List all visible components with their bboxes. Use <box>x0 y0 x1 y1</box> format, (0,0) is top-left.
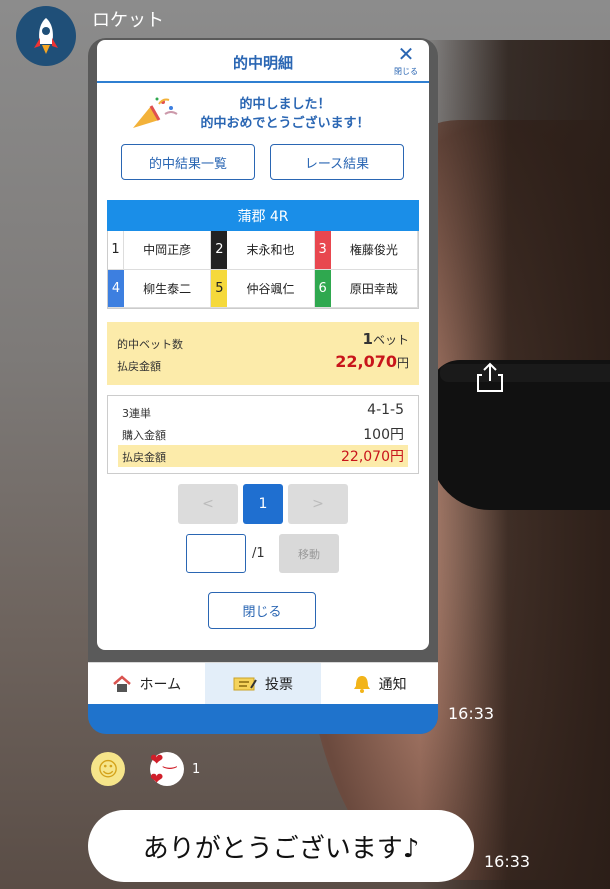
racer-name: 原田幸哉 <box>349 281 398 296</box>
photo-sunglasses <box>430 360 610 510</box>
racer-number: 6 <box>314 269 331 307</box>
race-result-button[interactable]: レース結果 <box>270 144 404 180</box>
rocket-icon <box>34 18 58 54</box>
app-bottom-bar <box>88 704 438 734</box>
hit-bets-label: 的中ベット数 <box>117 338 183 351</box>
ticket-icon <box>233 677 257 690</box>
racer-grid: 1 中岡正彦 2 末永和也 3 権藤俊光 4 柳生泰二 5 仲谷颯仁 6 原田幸哉 <box>107 231 419 309</box>
race-title: 蒲郡 4R <box>107 200 419 231</box>
modal-title: 的中明細 <box>232 54 293 72</box>
racer-name: 末永和也 <box>246 243 295 258</box>
smile-icon: ☺ <box>97 757 119 781</box>
message-time-2: 16:33 <box>484 852 531 871</box>
reaction-heart-eyes[interactable]: ❤‿❤ <box>150 750 184 788</box>
nav-notice[interactable]: 通知 <box>321 663 438 704</box>
home-icon <box>112 674 131 692</box>
purchase-value: 100円 <box>363 427 404 443</box>
hit-bets-value: 1 <box>362 330 373 348</box>
payout-value: 22,070 <box>335 352 397 371</box>
nav-vote-label: 投票 <box>265 676 293 693</box>
share-button[interactable] <box>465 352 515 402</box>
hit-list-button[interactable]: 的中結果一覧 <box>121 144 255 180</box>
purchase-label: 購入金額 <box>122 429 166 442</box>
pager-prev-button[interactable]: < <box>178 484 238 524</box>
racer-number: 3 <box>314 231 331 269</box>
bell-icon <box>353 675 370 693</box>
racer-cell: 5 仲谷颯仁 <box>211 269 315 308</box>
share-icon <box>477 362 503 392</box>
racer-cell: 2 末永和也 <box>211 231 315 270</box>
modal-close-label: 閉じる <box>394 67 418 76</box>
add-reaction-button[interactable]: ☺ <box>91 752 125 786</box>
bet-payout-value: 22,070円 <box>341 449 404 465</box>
reaction-count: 1 <box>192 762 201 777</box>
heart-eyes-icon: ❤‿❤ <box>150 750 177 788</box>
bet-type-label: 3連単 <box>122 407 151 420</box>
nav-home-label: ホーム <box>139 676 182 693</box>
racer-name: 柳生泰二 <box>143 281 192 296</box>
bet-type-value: 4-1-5 <box>367 402 404 418</box>
racer-name: 仲谷颯仁 <box>246 281 295 296</box>
bottom-nav: ホーム 投票 通知 <box>88 662 438 704</box>
racer-cell: 6 原田幸哉 <box>314 269 418 308</box>
party-popper-icon <box>133 97 178 128</box>
pager-next-button[interactable]: > <box>288 484 348 524</box>
pager-current-page[interactable]: 1 <box>243 484 283 524</box>
racer-number: 1 <box>108 231 124 269</box>
page-number-input[interactable] <box>186 534 246 573</box>
close-icon: ✕ <box>397 42 415 66</box>
shared-screenshot[interactable]: 的中明細 ✕ 閉じる 的中しました！ 的中おめでとうございます！ 的中結果一覧 <box>88 38 438 734</box>
congrats-line-1: 的中しました！ <box>239 97 331 112</box>
hit-detail-modal: 的中明細 ✕ 閉じる 的中しました！ 的中おめでとうございます！ 的中結果一覧 <box>97 40 429 650</box>
hit-summary: 的中ベット数 1ベット 払戻金額 22,070円 <box>107 322 419 385</box>
racer-cell: 1 中岡正彦 <box>108 231 212 270</box>
page-total: /1 <box>252 546 265 561</box>
modal-header: 的中明細 ✕ 閉じる <box>97 40 429 83</box>
nav-notice-label: 通知 <box>378 676 407 693</box>
payout-label: 払戻金額 <box>117 360 161 373</box>
racer-name: 権藤俊光 <box>349 243 398 258</box>
racer-cell: 4 柳生泰二 <box>108 269 212 308</box>
sender-name: ロケット <box>92 10 164 31</box>
congrats-banner: 的中しました！ 的中おめでとうございます！ <box>129 92 399 132</box>
modal-close-button[interactable]: ✕ 閉じる <box>391 44 421 77</box>
message-time-1: 16:33 <box>448 704 495 723</box>
nav-vote[interactable]: 投票 <box>204 663 322 704</box>
move-button[interactable]: 移動 <box>279 534 339 573</box>
close-button[interactable]: 閉じる <box>208 592 316 629</box>
bet-detail: 3連単 4-1-5 購入金額 100円 払戻金額 22,070円 <box>107 395 419 474</box>
racer-number: 5 <box>211 269 228 307</box>
hit-bets-unit: ベット <box>372 333 409 347</box>
racer-cell: 3 権藤俊光 <box>314 231 418 270</box>
congrats-line-2: 的中おめでとうございます！ <box>200 116 370 131</box>
message-bubble[interactable]: ありがとうございます♪ <box>88 810 474 882</box>
racer-number: 4 <box>108 269 124 307</box>
racer-number: 2 <box>211 231 228 269</box>
payout-unit: 円 <box>396 356 409 370</box>
bet-payout-label: 払戻金額 <box>122 451 166 464</box>
avatar[interactable] <box>16 6 76 66</box>
nav-home[interactable]: ホーム <box>88 663 205 704</box>
racer-name: 中岡正彦 <box>143 243 192 258</box>
